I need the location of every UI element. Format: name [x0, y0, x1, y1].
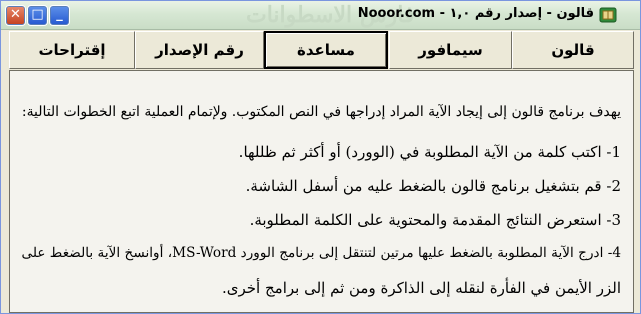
title-bar[interactable]: ✕ □ _ فارس الاسطوانات قالون - إصدار رقم …: [1, 1, 640, 30]
minimize-button[interactable]: _: [49, 5, 70, 26]
maximize-button[interactable]: □: [27, 5, 48, 26]
help-step-4: 4- ادرج الآية المطلوبة بالضغط عليها مرتي…: [21, 245, 621, 261]
close-button[interactable]: ✕: [5, 5, 26, 26]
window-title-text: قالون - إصدار رقم ١,٠: [449, 6, 595, 21]
help-step-1: 1- اكتب كلمة من الآية المطلوبة في (الوور…: [238, 143, 621, 161]
help-step-3: 3- استعرض النتائج المقدمة والمحتوية على …: [249, 211, 621, 229]
help-intro: يهدف برنامج قالون إلى إيجاد الآية المراد…: [21, 104, 621, 120]
menu-item-qaloon[interactable]: قالون: [512, 31, 634, 69]
menu-item-suggestions[interactable]: إقتراحات: [9, 31, 135, 69]
menu-bar: قالون سيمافور مساعدة رقم الإصدار إقتراحا…: [9, 31, 634, 70]
window-title: قالون - إصدار رقم ١,٠ Nooor.com -: [358, 6, 594, 21]
app-book-icon[interactable]: [598, 5, 618, 25]
help-content: يهدف برنامج قالون إلى إيجاد الآية المراد…: [9, 70, 634, 313]
menu-item-version[interactable]: رقم الإصدار: [135, 31, 264, 69]
help-step-4-cont: الزر الأيمن في الفأرة لنقله إلى الذاكرة …: [221, 279, 621, 297]
window-title-site: Nooor.com -: [357, 6, 445, 21]
menu-item-help[interactable]: مساعدة: [264, 31, 388, 69]
app-window: ✕ □ _ فارس الاسطوانات قالون - إصدار رقم …: [0, 0, 641, 314]
menu-item-semaphore[interactable]: سيمافور: [389, 31, 512, 69]
help-step-2: 2- قم بتشغيل برنامج قالون بالضغط عليه من…: [245, 177, 621, 195]
